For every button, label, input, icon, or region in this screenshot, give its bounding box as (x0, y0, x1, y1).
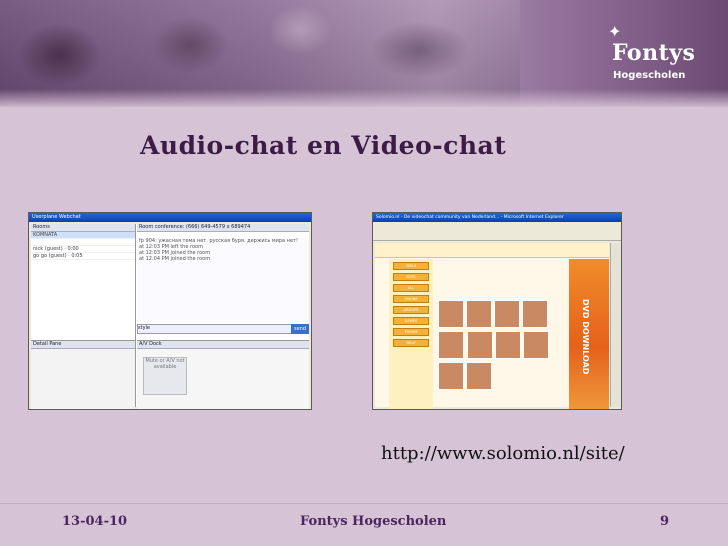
chat-panel: Room conference: (666) 649-4579 x 689474… (137, 224, 309, 409)
dvd-download-ad[interactable]: DVD DOWNLOAD (569, 259, 609, 409)
chat-line: at 12:04 PM joined the room (139, 256, 211, 262)
solomio-link[interactable]: http://www.solomio.nl/site/ (381, 443, 625, 464)
window-title: Solomio.nl - De videochat community van … (373, 213, 621, 222)
camera-placeholder: Mute or A/V not available (143, 357, 187, 395)
av-dock: A/V Dock Mute or A/V not available (137, 340, 309, 409)
rooms-label: Rooms (31, 224, 135, 232)
menu-button[interactable]: GIRLS (393, 262, 429, 270)
footer-organization: Fontys Hogescholen (300, 514, 447, 529)
slide-title: Audio-chat en Video-chat (140, 131, 507, 160)
profile-thumbnail[interactable] (466, 300, 492, 328)
scrollbar[interactable] (610, 243, 621, 407)
page-number: 9 (660, 514, 670, 529)
logo-icon: ✦ (608, 22, 622, 41)
profile-thumbnail[interactable] (522, 300, 548, 328)
rooms-panel: Rooms KOMNATA nick (guest) · 0:00 go go … (31, 224, 136, 409)
detail-pane: Detail Pane (31, 340, 135, 409)
menu-button[interactable]: BOYS (393, 273, 429, 281)
web-page: GIRLS BOYS ALL ONLINE GROUPS GAMES FORUM… (375, 243, 609, 409)
profile-thumbnail[interactable] (495, 331, 522, 359)
menu-button[interactable]: ALL (393, 284, 429, 292)
footer-date: 13-04-10 (62, 514, 128, 529)
solomio-screenshot: Solomio.nl - De videochat community van … (372, 212, 622, 410)
side-menu: GIRLS BOYS ALL ONLINE GROUPS GAMES FORUM… (389, 259, 433, 409)
profile-thumbnail[interactable] (438, 300, 464, 328)
room-item[interactable]: KOMNATA (31, 232, 135, 239)
profile-grid-area (435, 261, 575, 409)
chat-log: fp 904: ужасная тема нет. русская буря. … (137, 238, 309, 322)
profile-thumbnail[interactable] (523, 331, 550, 359)
profile-thumbnail[interactable] (438, 331, 464, 359)
webchat-screenshot: Userplane Webchat Rooms KOMNATA nick (gu… (28, 212, 312, 410)
page-header (375, 243, 609, 258)
user-row[interactable]: nick (guest) · 0:00 (31, 246, 135, 253)
menu-button[interactable]: FORUM (393, 328, 429, 336)
menu-button[interactable]: ONLINE (393, 295, 429, 303)
send-button[interactable]: send (291, 324, 309, 334)
profile-grid (437, 299, 573, 392)
menu-button[interactable]: GROUPS (393, 306, 429, 314)
window-title: Userplane Webchat (29, 213, 311, 222)
profile-thumbnail[interactable] (494, 300, 520, 328)
fontys-logo: ✦ Fontys Hogescholen (606, 22, 716, 92)
chat-input[interactable]: style (137, 324, 309, 334)
profile-thumbnail[interactable] (438, 362, 464, 390)
header-banner: ✦ Fontys Hogescholen (0, 0, 728, 107)
room-conference: Room conference: (666) 649-4579 x 689474 (137, 224, 309, 232)
browser-toolbar (373, 222, 621, 241)
menu-button[interactable]: HELP (393, 339, 429, 347)
logo-subtitle: Hogescholen (613, 70, 686, 81)
profile-thumbnail[interactable] (466, 362, 492, 390)
footer-divider (0, 503, 728, 504)
profile-thumbnail[interactable] (467, 331, 494, 359)
menu-button[interactable]: GAMES (393, 317, 429, 325)
logo-name: Fontys (612, 40, 696, 66)
user-row[interactable]: go go (guest) · 0:05 (31, 253, 135, 260)
